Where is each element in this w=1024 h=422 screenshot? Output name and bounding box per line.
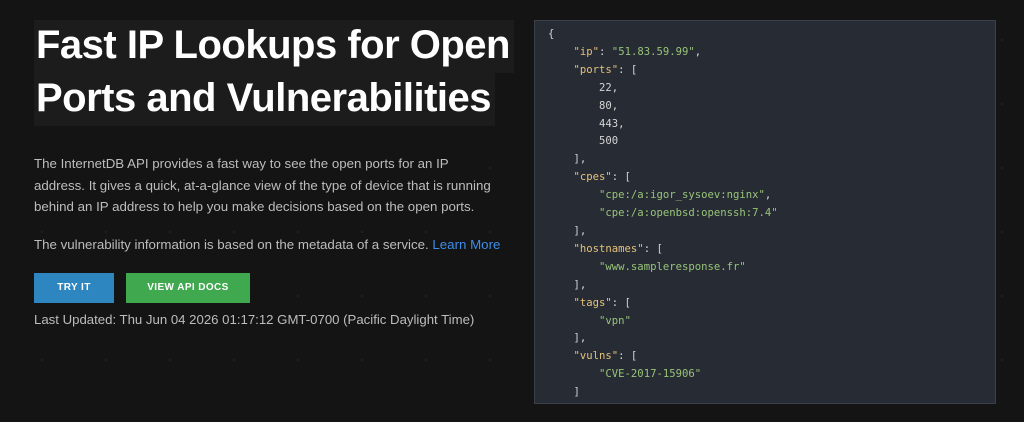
hero-description: The InternetDB API provides a fast way t… — [34, 156, 491, 214]
code-line: "hostnames": [ — [573, 242, 663, 255]
code-line: ], — [548, 332, 587, 345]
code-value: 51.83.59.99 — [618, 45, 689, 58]
code-line: "tags": [ — [573, 296, 631, 309]
code-line: } — [548, 402, 995, 403]
vulnerability-note-text: The vulnerability information is based o… — [34, 236, 429, 252]
code-line: ], — [548, 278, 587, 291]
try-it-button[interactable]: TRY IT — [34, 272, 114, 303]
vulnerability-note: The vulnerability information is based o… — [34, 234, 504, 255]
code-line: { — [548, 28, 555, 40]
code-line: 443, — [599, 117, 625, 130]
code-value: 443 — [599, 117, 619, 130]
code-line: 80, — [599, 99, 619, 112]
code-line: "ports": [ — [573, 63, 638, 76]
action-buttons: TRY IT VIEW API DOCS — [34, 272, 504, 303]
code-value: 22 — [599, 81, 612, 94]
code-line: "www.sampleresponse.fr" — [599, 260, 746, 273]
last-updated: Last Updated: Thu Jun 04 2026 01:17:12 G… — [34, 311, 475, 327]
code-line: "ip": "51.83.59.99", — [573, 45, 702, 58]
code-line: "vulns": [ — [573, 350, 638, 363]
view-api-docs-button[interactable]: VIEW API DOCS — [126, 272, 250, 303]
code-value: CVE-2017-15906 — [605, 368, 695, 381]
code-value: vpn — [605, 314, 625, 327]
code-value: 500 — [599, 135, 619, 148]
code-line: ] — [548, 386, 580, 399]
code-line: "CVE-2017-15906" — [599, 368, 702, 381]
code-value: 80 — [599, 99, 612, 112]
code-value: cpe:/a:igor_sysoev:nginx — [605, 189, 759, 202]
code-line: "cpes": [ — [573, 171, 631, 184]
code-line: ], — [548, 224, 587, 237]
learn-more-link[interactable]: Learn More — [432, 237, 500, 252]
hero-title: Fast IP Lookups for Open Ports and Vulne… — [34, 20, 514, 126]
json-code-block: { "ip": "51.83.59.99", "ports": [ 22, 80… — [548, 26, 995, 403]
code-line: "vpn" — [599, 314, 631, 327]
hero-section: Fast IP Lookups for Open Ports and Vulne… — [34, 20, 514, 327]
sample-response-code: { "ip": "51.83.59.99", "ports": [ 22, 80… — [534, 20, 996, 404]
code-value: www.sampleresponse.fr — [605, 260, 740, 273]
code-line: "cpe:/a:igor_sysoev:nginx", — [599, 189, 772, 202]
hero-title-line-2: Ports and Vulnerabilities — [34, 73, 496, 126]
hero-title-line-1: Fast IP Lookups for Open — [34, 20, 514, 73]
code-value: cpe:/a:openbsd:openssh:7.4 — [605, 207, 772, 220]
code-line: 22, — [599, 81, 619, 94]
code-line: 500 — [548, 133, 995, 151]
code-line: "cpe:/a:openbsd:openssh:7.4" — [599, 207, 778, 220]
code-line: ], — [548, 153, 587, 166]
